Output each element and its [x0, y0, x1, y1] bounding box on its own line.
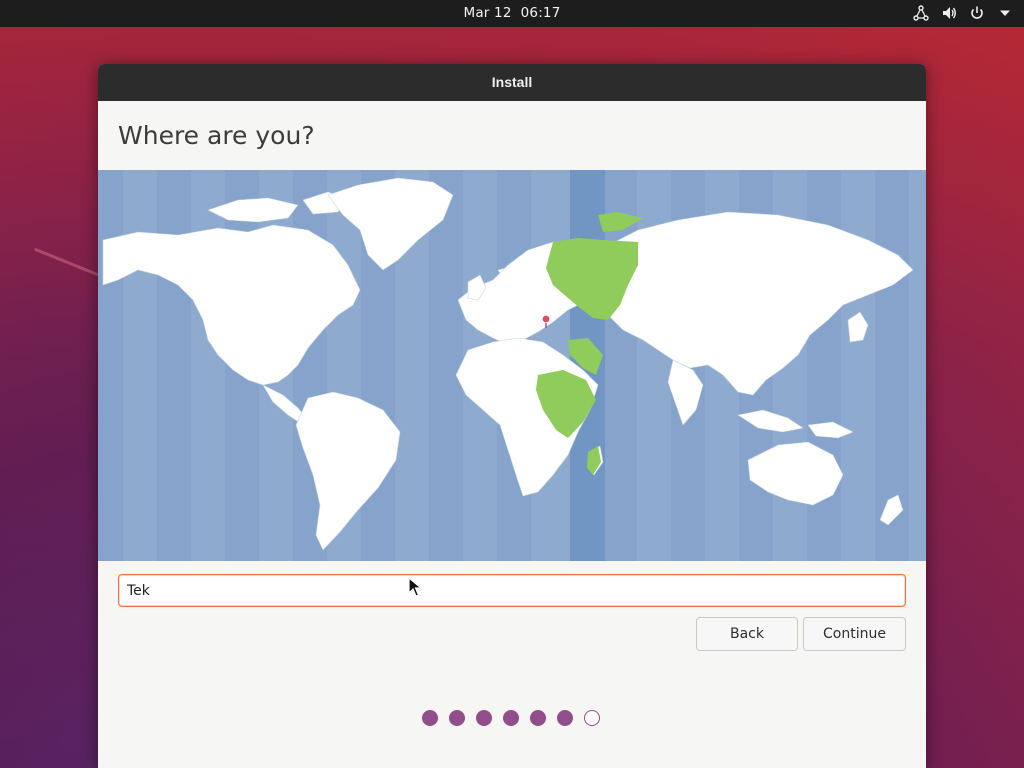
progress-dot	[422, 710, 438, 726]
clock[interactable]: Mar 12 06:17	[0, 5, 1024, 21]
timezone-search-input[interactable]	[118, 574, 906, 607]
chevron-down-icon[interactable]	[996, 4, 1014, 22]
power-icon[interactable]	[968, 4, 986, 22]
progress-dots	[422, 710, 600, 726]
progress-dot-current	[584, 710, 600, 726]
progress-dot	[449, 710, 465, 726]
clock-date: Mar 12	[463, 5, 512, 21]
progress-dot	[530, 710, 546, 726]
progress-dot	[476, 710, 492, 726]
volume-icon[interactable]	[940, 4, 958, 22]
continue-button[interactable]: Continue	[803, 617, 906, 651]
installer-window: Install Where are you? Tek Back Continue	[98, 64, 926, 768]
mouse-pointer-icon	[408, 576, 423, 602]
timezone-map[interactable]	[98, 170, 926, 561]
progress-dot	[557, 710, 573, 726]
network-icon[interactable]	[912, 4, 930, 22]
window-title[interactable]: Install	[98, 64, 926, 101]
top-bar: Mar 12 06:17	[0, 0, 1024, 27]
progress-dot	[503, 710, 519, 726]
clock-time: 06:17	[520, 5, 561, 21]
system-tray[interactable]	[912, 4, 1014, 22]
back-button[interactable]: Back	[696, 617, 798, 651]
page-title: Where are you?	[118, 121, 315, 150]
